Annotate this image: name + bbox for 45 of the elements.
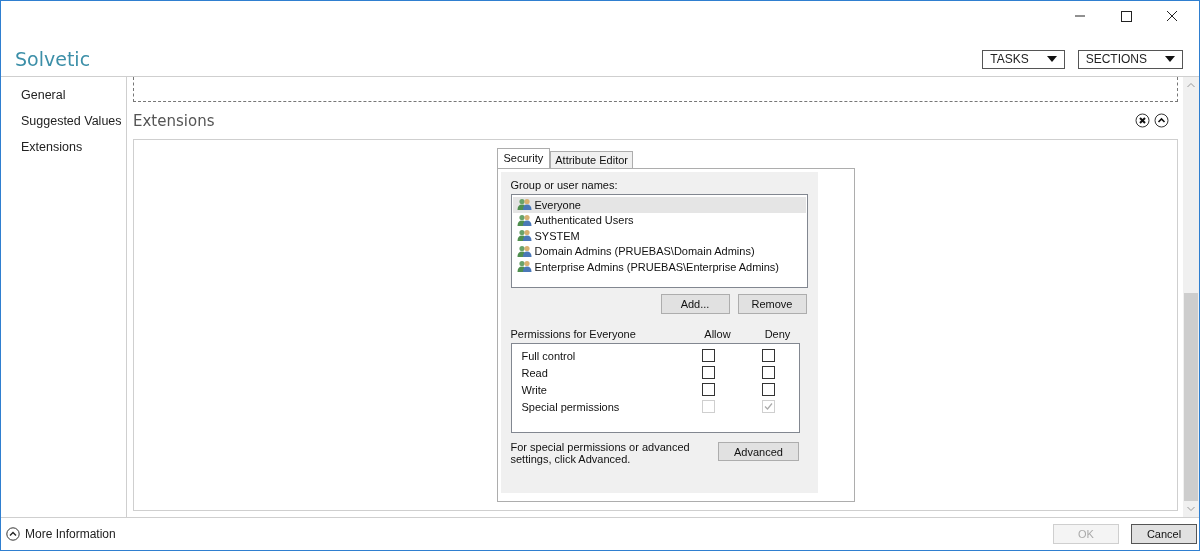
list-label: Permissions for Everyone bbox=[510, 328, 637, 342]
user-row[interactable]: Domain Admins (PRUEBAS\Domain Admins) bbox=[512, 243, 806, 259]
tab[interactable]: Attribute Editor bbox=[550, 151, 633, 168]
dropdown-button[interactable]: TASKS bbox=[982, 49, 1065, 69]
sidebar-item[interactable]: Suggested Values bbox=[1, 112, 126, 138]
scrollbar-thumb[interactable] bbox=[1184, 293, 1198, 501]
checkbox[interactable] bbox=[702, 383, 715, 396]
caret-icon bbox=[1046, 56, 1057, 62]
checkbox[interactable] bbox=[702, 366, 715, 379]
collapse-icon[interactable] bbox=[1154, 113, 1169, 128]
user-row[interactable]: Everyone bbox=[512, 197, 806, 213]
list-label: Group or user names: bbox=[510, 179, 619, 191]
column-header: Deny bbox=[763, 328, 792, 342]
advanced-button[interactable]: Advanced bbox=[718, 442, 799, 461]
section-title: Extensions bbox=[133, 111, 215, 130]
checkbox[interactable] bbox=[762, 349, 775, 362]
checkbox[interactable] bbox=[762, 366, 775, 379]
expand-icon bbox=[6, 527, 20, 541]
permission-name: Full control bbox=[521, 349, 577, 362]
user-row[interactable]: Authenticated Users bbox=[512, 212, 806, 228]
window-title: Solvetic bbox=[15, 48, 91, 70]
permission-name: Special permissions bbox=[521, 400, 621, 413]
users-icon bbox=[516, 213, 532, 227]
users-icon bbox=[516, 198, 532, 212]
user-row[interactable]: Enterprise Admins (PRUEBAS\Enterprise Admins) bbox=[512, 259, 806, 275]
hint-text: For special permissions or advanced settings, click Advanced. bbox=[510, 441, 691, 465]
dialog-button[interactable]: Cancel bbox=[1131, 524, 1197, 544]
users-icon bbox=[516, 260, 532, 274]
tab[interactable]: Security bbox=[496, 148, 551, 168]
column-header: Allow bbox=[703, 328, 732, 342]
dialog-button[interactable]: Add... bbox=[660, 294, 730, 314]
permission-name: Read bbox=[521, 366, 549, 379]
checkbox[interactable] bbox=[702, 349, 715, 362]
remove-icon[interactable] bbox=[1135, 113, 1150, 128]
checkbox[interactable] bbox=[762, 383, 775, 396]
user-row[interactable]: SYSTEM bbox=[512, 228, 806, 244]
users-icon bbox=[516, 244, 532, 258]
more-information-link[interactable]: More Information bbox=[6, 527, 116, 541]
permission-name: Write bbox=[521, 383, 548, 396]
dropdown-button[interactable]: SECTIONS bbox=[1077, 49, 1183, 69]
dialog-button[interactable]: Remove bbox=[737, 294, 807, 314]
sidebar-item[interactable]: Extensions bbox=[1, 138, 126, 164]
users-icon bbox=[516, 229, 532, 243]
sidebar-item[interactable]: General bbox=[1, 86, 126, 112]
caret-icon bbox=[1165, 56, 1175, 62]
